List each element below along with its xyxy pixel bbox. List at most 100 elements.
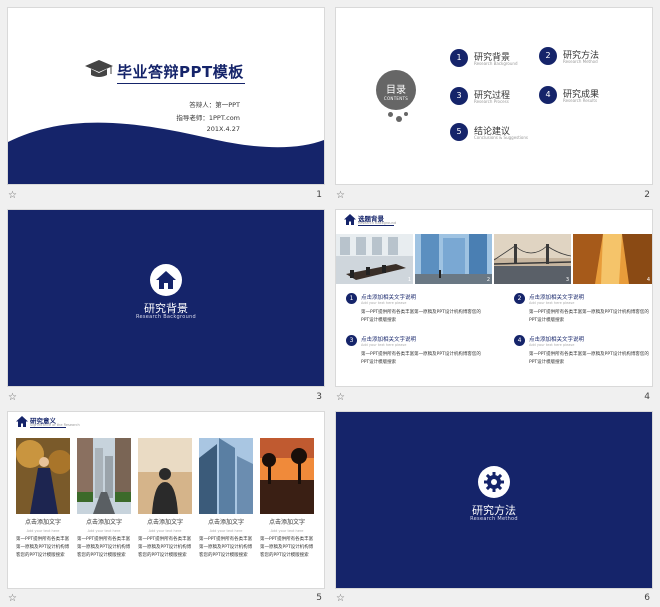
slide-1-thumbnail[interactable]: 毕业答辩PPT模板 答辩人：第一PPT 指导老师：1PPT.com 201X.4… bbox=[8, 8, 324, 184]
photo-woman-autumn bbox=[16, 438, 70, 514]
slide-4-thumbnail[interactable]: 选题背景 Research Background 1 2 3 4 1 点击添加相… bbox=[336, 210, 652, 386]
photo-city-street bbox=[77, 438, 131, 514]
card-title: 点击添加相关文字说明 bbox=[529, 337, 585, 343]
contents-circle: 目录 CONTENTS bbox=[376, 70, 416, 110]
card-body: 第一PPT提供所有各类丰富第一原稿及PPT设计机构博客您的PPT设计模版搜索 bbox=[529, 310, 649, 323]
feature-column-5: 点击添加文字 Add your text here 第一PPT提供所有各类丰富第… bbox=[260, 517, 314, 560]
deck-title: 毕业答辩PPT模板 bbox=[117, 63, 244, 81]
card-number: 2 bbox=[514, 293, 525, 304]
photo-number: 1 bbox=[407, 277, 411, 283]
defender-label: 答辩人：第一PPT bbox=[189, 101, 240, 109]
section-subtitle: Research Background bbox=[135, 314, 197, 320]
toc-english: Research Process bbox=[474, 99, 509, 104]
decor-dot bbox=[396, 116, 402, 122]
title-underline bbox=[117, 83, 245, 84]
card-number: 1 bbox=[346, 293, 357, 304]
contents-subtitle: CONTENTS bbox=[383, 96, 409, 101]
photo-golden-towers: 4 bbox=[573, 234, 652, 284]
slide-number: 6 bbox=[644, 593, 650, 603]
slide-2-thumbnail[interactable]: 目录 CONTENTS 1 研究背景 Research Background 2… bbox=[336, 8, 652, 184]
star-icon[interactable]: ☆ bbox=[336, 392, 345, 403]
photo-sunset-trees bbox=[260, 438, 314, 514]
feature-column-3: 点击添加文字 Add your text here 第一PPT提供所有各类丰富第… bbox=[138, 517, 192, 560]
toc-number: 4 bbox=[539, 86, 557, 104]
photo-glass-building: 2 bbox=[415, 234, 492, 284]
card-body: 第一PPT提供所有各类丰富第一原稿及PPT设计机构博客您的PPT设计模版搜索 bbox=[361, 310, 481, 323]
slide-number: 1 bbox=[316, 190, 322, 200]
star-icon[interactable]: ☆ bbox=[336, 190, 345, 201]
slide-5-thumbnail[interactable]: 研究意义 Significance of the Research 点击添加文字… bbox=[8, 412, 324, 588]
toc-number: 3 bbox=[450, 87, 468, 105]
slide-number: 2 bbox=[644, 190, 650, 200]
contents-title: 目录 bbox=[386, 85, 406, 96]
column-subtitle: Add your text here bbox=[26, 529, 60, 533]
star-icon[interactable]: ☆ bbox=[8, 593, 17, 604]
toc-number: 2 bbox=[539, 47, 557, 65]
slide-3-thumbnail[interactable]: 研究背景 Research Background bbox=[8, 210, 324, 386]
slide-3-footer: ☆ 3 bbox=[8, 392, 324, 406]
card-number: 4 bbox=[514, 335, 525, 346]
card-body: 第一PPT提供所有各类丰富第一原稿及PPT设计机构博客您的PPT设计模版搜索 bbox=[529, 352, 649, 365]
gear-icon bbox=[478, 466, 510, 498]
column-body: 第一PPT提供所有各类丰富第一原稿及PPT设计机构博客您的PPT设计模版搜索 bbox=[77, 537, 131, 558]
info-card-1: 1 点击添加相关文字说明 Add your text here please 第… bbox=[346, 293, 486, 333]
section-subtitle: Research Method bbox=[470, 516, 518, 522]
column-title: 点击添加文字 bbox=[85, 519, 122, 526]
column-body: 第一PPT提供所有各类丰富第一原稿及PPT设计机构博客您的PPT设计模版搜索 bbox=[16, 537, 70, 558]
toc-english: Research Results bbox=[563, 98, 598, 103]
card-title: 点击添加相关文字说明 bbox=[361, 337, 417, 343]
navy-wave-shape bbox=[8, 122, 324, 184]
heading-underline bbox=[358, 225, 394, 226]
column-body: 第一PPT提供所有各类丰富第一原稿及PPT设计机构博客您的PPT设计模版搜索 bbox=[138, 537, 192, 558]
photo-skyscrapers bbox=[199, 438, 253, 514]
star-icon[interactable]: ☆ bbox=[8, 190, 17, 201]
star-icon[interactable]: ☆ bbox=[336, 593, 345, 604]
column-title: 点击添加文字 bbox=[146, 519, 183, 526]
column-title: 点击添加文字 bbox=[207, 519, 244, 526]
toc-number: 1 bbox=[450, 49, 468, 67]
home-icon bbox=[16, 416, 28, 427]
info-card-3: 3 点击添加相关文字说明 Add your text here please 第… bbox=[346, 335, 486, 375]
card-number: 3 bbox=[346, 335, 357, 346]
photo-number: 4 bbox=[646, 277, 650, 283]
star-icon[interactable]: ☆ bbox=[8, 392, 17, 403]
slide-number: 4 bbox=[644, 392, 650, 402]
column-body: 第一PPT提供所有各类丰富第一原稿及PPT设计机构博客您的PPT设计模版搜索 bbox=[260, 537, 314, 558]
toc-english: Conclusions & Suggestions bbox=[474, 135, 528, 140]
feature-column-1: 点击添加文字 Add your text here 第一PPT提供所有各类丰富第… bbox=[16, 517, 70, 560]
card-subtitle: Add your text here please bbox=[529, 343, 575, 347]
slide-2-footer: ☆ 2 bbox=[336, 190, 652, 204]
toc-number: 5 bbox=[450, 123, 468, 141]
column-subtitle: Add your text here bbox=[209, 529, 243, 533]
slide-number: 3 bbox=[316, 392, 322, 402]
column-subtitle: Add your text here bbox=[148, 529, 182, 533]
decor-dot bbox=[404, 112, 408, 116]
photo-bridge: 3 bbox=[494, 234, 571, 284]
feature-column-2: 点击添加文字 Add your text here 第一PPT提供所有各类丰富第… bbox=[77, 517, 131, 560]
photo-man-silhouette bbox=[138, 438, 192, 514]
column-subtitle: Add your text here bbox=[270, 529, 304, 533]
slide-1-footer: ☆ 1 bbox=[8, 190, 324, 204]
slide-6-footer: ☆ 6 bbox=[336, 593, 652, 607]
slide-6-thumbnail[interactable]: 研究方法 Research Method bbox=[336, 412, 652, 588]
home-icon bbox=[344, 214, 356, 225]
photo-meeting-room: 1 bbox=[336, 234, 413, 284]
column-subtitle: Add your text here bbox=[87, 529, 121, 533]
toc-english: Research Method bbox=[563, 59, 598, 64]
card-title: 点击添加相关文字说明 bbox=[529, 295, 585, 301]
info-card-2: 2 点击添加相关文字说明 Add your text here please 第… bbox=[514, 293, 652, 333]
feature-column-4: 点击添加文字 Add your text here 第一PPT提供所有各类丰富第… bbox=[199, 517, 253, 560]
home-icon bbox=[150, 264, 182, 296]
card-subtitle: Add your text here please bbox=[361, 343, 407, 347]
card-body: 第一PPT提供所有各类丰富第一原稿及PPT设计机构博客您的PPT设计模版搜索 bbox=[361, 352, 481, 365]
column-title: 点击添加文字 bbox=[268, 519, 305, 526]
slide-number: 5 bbox=[316, 593, 322, 603]
column-title: 点击添加文字 bbox=[24, 519, 61, 526]
toc-english: Research Background bbox=[474, 61, 518, 66]
graduation-cap-icon bbox=[85, 60, 113, 77]
photo-number: 3 bbox=[565, 277, 569, 283]
info-card-4: 4 点击添加相关文字说明 Add your text here please 第… bbox=[514, 335, 652, 375]
card-subtitle: Add your text here please bbox=[529, 301, 575, 305]
card-title: 点击添加相关文字说明 bbox=[361, 295, 417, 301]
column-body: 第一PPT提供所有各类丰富第一原稿及PPT设计机构博客您的PPT设计模版搜索 bbox=[199, 537, 253, 558]
